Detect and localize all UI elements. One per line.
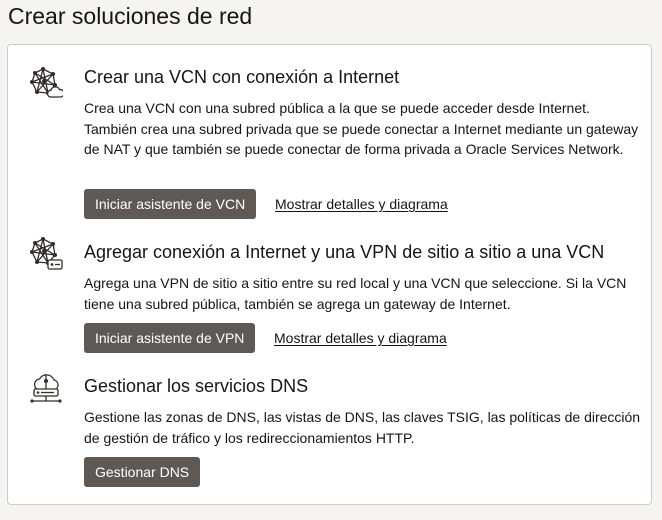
section-title: Crear una VCN con conexión a Internet	[84, 67, 400, 87]
page-title: Crear soluciones de red	[8, 3, 253, 29]
network-globe-cloud-icon	[30, 67, 63, 98]
section-description: Agrega una VPN de sitio a sitio entre su…	[84, 275, 627, 312]
section-description: Crea una VCN con una subred pública a la…	[84, 100, 639, 157]
show-details-diagram-link[interactable]: Mostrar detalles y diagrama	[274, 330, 447, 346]
show-details-diagram-link[interactable]: Mostrar detalles y diagrama	[275, 196, 448, 212]
section-description: Gestione las zonas de DNS, las vistas de…	[84, 409, 641, 446]
launch-vcn-wizard-button[interactable]: Iniciar asistente de VCN	[84, 189, 257, 219]
manage-dns-button[interactable]: Gestionar DNS	[84, 457, 201, 487]
network-globe-lock-icon	[30, 237, 63, 270]
dns-cloud-icon	[30, 374, 62, 403]
section-title: Gestionar los servicios DNS	[84, 376, 309, 396]
launch-vpn-wizard-button[interactable]: Iniciar asistente de VPN	[84, 323, 256, 353]
solutions-card: Crear una VCN con conexión a Internet Cr…	[7, 44, 652, 505]
section-title: Agregar conexión a Internet y una VPN de…	[84, 242, 605, 262]
